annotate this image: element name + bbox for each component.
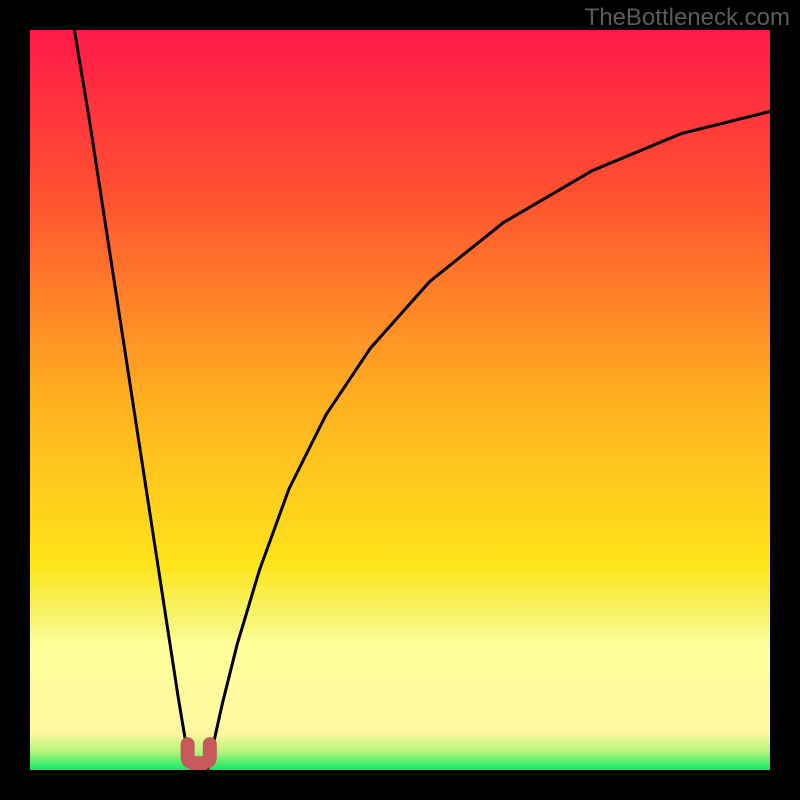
chart-frame: TheBottleneck.com [0,0,800,800]
watermark-text: TheBottleneck.com [585,4,790,32]
gradient-background [30,30,770,770]
chart-svg [30,30,770,770]
plot-area [30,30,770,770]
